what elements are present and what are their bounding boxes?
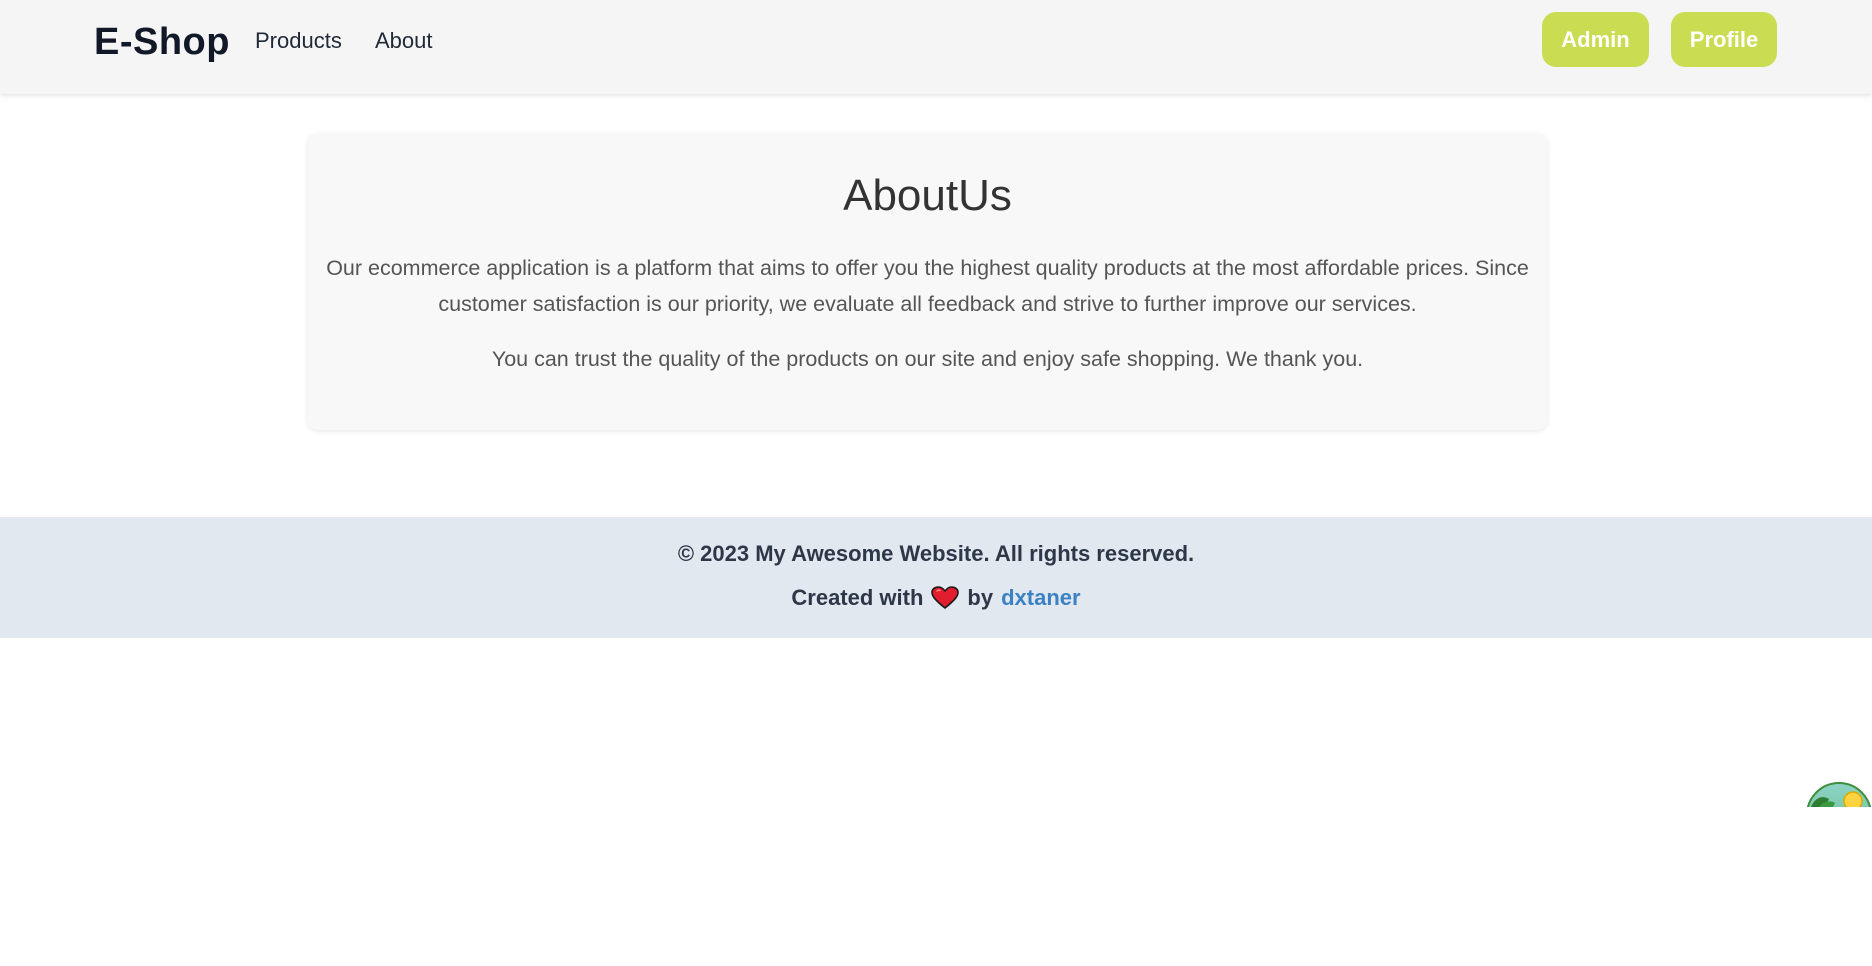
footer-by: by [967, 585, 994, 610]
about-card: AboutUs Our ecommerce application is a p… [308, 134, 1547, 430]
heart-icon [931, 586, 960, 610]
brand-logo[interactable]: E-Shop [94, 21, 230, 64]
profile-button[interactable]: Profile [1671, 12, 1777, 67]
about-paragraph-2: You can trust the quality of the product… [491, 347, 1364, 372]
about-paragraph-1-text: Our ecommerce application is a platform … [326, 256, 1529, 317]
nav-link-about[interactable]: About [375, 28, 433, 54]
footer-credit: Created with by dxtaner [0, 585, 1872, 611]
about-paragraph-1: Our ecommerce application is a platform … [308, 250, 1547, 322]
footer: © 2023 My Awesome Website. All rights re… [0, 517, 1872, 638]
footer-created-with: Created with [791, 585, 924, 610]
footer-copyright: © 2023 My Awesome Website. All rights re… [677, 541, 1195, 566]
admin-button[interactable]: Admin [1542, 12, 1649, 67]
author-link[interactable]: dxtaner [1001, 585, 1080, 611]
beach-sun-icon[interactable] [1805, 781, 1872, 807]
nav-link-products[interactable]: Products [255, 28, 342, 54]
about-title: AboutUs [843, 171, 1012, 220]
navbar: E-Shop Products About Admin Profile [0, 0, 1872, 94]
